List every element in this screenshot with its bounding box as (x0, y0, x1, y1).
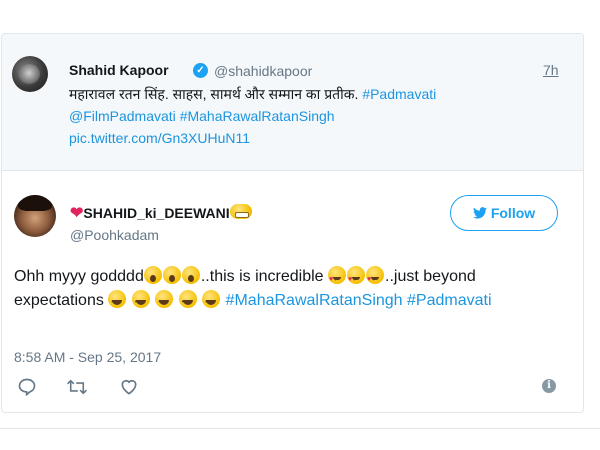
author-avatar[interactable] (14, 195, 56, 237)
smiley-emoji-icon (131, 290, 150, 314)
heart-eyes-emoji-icon (347, 266, 366, 292)
quoted-author-name[interactable]: Shahid Kapoor (69, 62, 169, 78)
hashtag-link[interactable]: #MahaRawalRatanSingh (226, 292, 403, 309)
screaming-face-emoji-icon (143, 266, 162, 284)
quoted-text-hindi: महारावल रतन सिंह. साहस, सामर्थ और सम्मान… (69, 86, 359, 102)
mention-link[interactable]: @FilmPadmavati (69, 108, 176, 124)
smiley-emoji-icon (202, 290, 221, 314)
quoted-tweet-time[interactable]: 7h (543, 62, 559, 78)
tweet-actions: i (14, 376, 569, 398)
quoted-author-avatar[interactable] (12, 56, 48, 92)
smiley-emoji-icon (155, 290, 174, 314)
follow-button-label: Follow (490, 205, 536, 221)
quoted-author-handle[interactable]: @shahidkapoor (214, 63, 312, 79)
quoted-tweet-text: महारावल रतन सिंह. साहस, सामर्थ और सम्मान… (69, 83, 559, 149)
divider (0, 428, 600, 429)
smiley-emoji-icon (178, 290, 197, 314)
screaming-face-emoji-icon (181, 266, 200, 284)
hashtag-link[interactable]: #MahaRawalRatanSingh (180, 108, 335, 124)
screaming-face-emoji-icon (162, 266, 181, 284)
reply-icon[interactable] (16, 376, 38, 398)
tweet-card: Shahid Kapoor ✓ @shahidkapoor 7h महारावल… (1, 33, 584, 413)
red-heart-emoji-icon: ❤ (70, 205, 84, 222)
twitter-bird-icon (472, 207, 487, 221)
info-icon[interactable]: i (542, 379, 556, 393)
verified-badge-icon: ✓ (193, 63, 208, 78)
retweet-icon[interactable] (66, 376, 88, 398)
author-handle[interactable]: @Poohkadam (70, 227, 159, 243)
grimacing-emoji-icon (229, 204, 252, 219)
author-name[interactable]: ❤SHAHID_ki_DEEWANI (70, 203, 253, 223)
pic-link[interactable]: pic.twitter.com/Gn3XUHuN11 (69, 130, 250, 146)
quoted-tweet[interactable]: Shahid Kapoor ✓ @shahidkapoor 7h महारावल… (2, 34, 583, 171)
hashtag-link[interactable]: #Padmavati (362, 86, 436, 102)
heart-icon[interactable] (118, 376, 140, 398)
follow-button[interactable]: Follow (450, 195, 558, 231)
smiley-emoji-icon (108, 290, 127, 314)
heart-eyes-emoji-icon (328, 266, 347, 292)
tweet-timestamp[interactable]: 8:58 AM - Sep 25, 2017 (14, 349, 161, 365)
hashtag-link[interactable]: #Padmavati (407, 292, 492, 309)
heart-eyes-emoji-icon (366, 266, 385, 292)
tweet-text: Ohh myyy godddd..this is incredible ..ju… (14, 265, 569, 314)
